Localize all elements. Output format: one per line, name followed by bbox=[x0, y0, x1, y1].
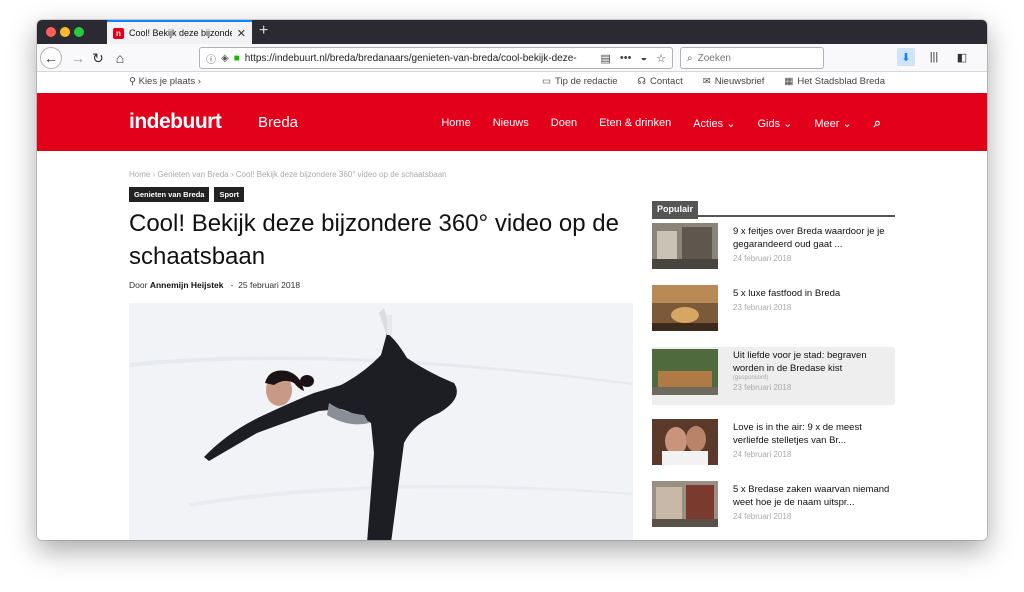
reload-button[interactable]: ↻ bbox=[87, 47, 109, 69]
site-logo[interactable]: indebuurt bbox=[129, 110, 222, 134]
page-actions-icon[interactable]: ••• bbox=[620, 52, 632, 65]
close-window-button[interactable] bbox=[46, 27, 56, 37]
browser-tab[interactable]: n Cool! Bekijk deze bijzondere 360 ✕ bbox=[107, 20, 252, 44]
author-link[interactable]: Annemijn Heijstek bbox=[150, 280, 224, 290]
popular-item[interactable]: 5 x luxe fastfood in Breda 23 februari 20… bbox=[652, 285, 895, 343]
forward-button[interactable]: → bbox=[67, 47, 89, 69]
pocket-icon[interactable]: ◒ bbox=[640, 52, 647, 65]
navigation-toolbar: ← → ↻ ⌂ ⓘ ◈ ■ https://indebuurt.nl/breda… bbox=[37, 44, 987, 72]
url-text[interactable]: https://indebuurt.nl/breda/bredanaars/ge… bbox=[245, 53, 596, 64]
main-navigation: Home Nieuws Doen Eten & drinken Acties ⌄… bbox=[441, 115, 881, 131]
nav-meer[interactable]: Meer ⌄ bbox=[814, 117, 851, 130]
shield-icon[interactable]: ◈ bbox=[221, 53, 229, 64]
article-byline: Door Annemijn Heijstek - 25 februari 201… bbox=[129, 280, 301, 290]
nav-doen[interactable]: Doen bbox=[551, 117, 577, 129]
figure-skater-image bbox=[129, 303, 633, 540]
thumbnail-image bbox=[652, 223, 718, 269]
utility-bar: ⚲ Kies je plaats › ▭ Tip de redactie ☊ Con… bbox=[37, 72, 987, 92]
title-bar: n Cool! Bekijk deze bijzondere 360 ✕ + bbox=[37, 20, 987, 44]
site-city: Breda bbox=[258, 114, 299, 131]
sidebar-icon[interactable]: ◧ bbox=[953, 48, 971, 66]
nav-gids[interactable]: Gids ⌄ bbox=[757, 117, 792, 130]
chevron-down-icon: ⌄ bbox=[783, 117, 793, 130]
minimize-window-button[interactable] bbox=[60, 27, 70, 37]
site-header: indebuurt Breda Home Nieuws Doen Eten & … bbox=[37, 93, 987, 151]
thumbnail-image bbox=[652, 481, 718, 527]
downloads-icon[interactable]: ⬇ bbox=[897, 48, 915, 66]
library-icon[interactable]: ||| bbox=[925, 48, 943, 66]
browser-window: n Cool! Bekijk deze bijzondere 360 ✕ + ←… bbox=[37, 20, 987, 540]
newspaper-icon: ▦ bbox=[784, 76, 794, 87]
breadcrumb[interactable]: Home › Genieten van Breda › Cool! Bekijk… bbox=[129, 170, 447, 179]
popular-sidebar: Populair 9 x feitjes over Breda waardoor… bbox=[652, 199, 895, 527]
new-tab-button[interactable]: + bbox=[259, 22, 268, 40]
tag-genieten[interactable]: Genieten van Breda bbox=[129, 187, 210, 202]
popular-item-sponsored[interactable]: Uit liefde voor je stad: begraven worden… bbox=[652, 347, 895, 405]
nav-home[interactable]: Home bbox=[441, 117, 470, 129]
site-favicon-icon: n bbox=[113, 27, 124, 39]
search-icon: ⌕ bbox=[687, 52, 693, 64]
kies-plaats-link[interactable]: ⚲ Kies je plaats › bbox=[129, 76, 201, 87]
maximize-window-button[interactable] bbox=[74, 27, 84, 37]
article-hero-image[interactable] bbox=[129, 303, 633, 540]
location-pin-icon: ⚲ bbox=[129, 76, 136, 87]
home-button[interactable]: ⌂ bbox=[109, 47, 131, 69]
nav-nieuws[interactable]: Nieuws bbox=[493, 117, 529, 129]
tip-redactie-link[interactable]: ▭ Tip de redactie bbox=[542, 76, 617, 87]
bookmark-star-icon[interactable]: ☆ bbox=[656, 52, 666, 65]
thumbnail-image bbox=[652, 349, 718, 395]
comment-icon: ▭ bbox=[542, 76, 552, 87]
popular-title: Populair bbox=[652, 201, 699, 219]
mail-icon: ✉ bbox=[702, 76, 711, 87]
contact-link[interactable]: ☊ Contact bbox=[638, 76, 683, 87]
chevron-down-icon: ⌄ bbox=[842, 117, 852, 130]
stadsblad-link[interactable]: ▦ Het Stadsblad Breda bbox=[784, 76, 885, 87]
search-input[interactable]: Zoeken bbox=[698, 53, 731, 64]
article-title: Cool! Bekijk deze bijzondere 360° video … bbox=[129, 210, 619, 270]
tab-title: Cool! Bekijk deze bijzondere 360 bbox=[129, 28, 232, 38]
popular-item[interactable]: 9 x feitjes over Breda waardoor je je ge… bbox=[652, 223, 895, 281]
nav-eten-drinken[interactable]: Eten & drinken bbox=[599, 117, 671, 129]
article-date: 25 februari 2018 bbox=[238, 280, 301, 290]
nav-acties[interactable]: Acties ⌄ bbox=[693, 117, 735, 130]
back-button[interactable]: ← bbox=[40, 47, 62, 69]
thumbnail-image bbox=[652, 419, 718, 465]
popular-item[interactable]: Love is in the air: 9 x de meest verlief… bbox=[652, 419, 895, 477]
page-viewport: ⚲ Kies je plaats › ▭ Tip de redactie ☊ Con… bbox=[37, 72, 987, 540]
address-bar[interactable]: ⓘ ◈ ■ https://indebuurt.nl/breda/bredana… bbox=[199, 47, 673, 69]
lock-icon: ■ bbox=[233, 52, 240, 64]
headset-icon: ☊ bbox=[637, 76, 646, 87]
newsletter-link[interactable]: ✉ Nieuwsbrief bbox=[703, 76, 765, 87]
popular-item[interactable]: 5 x Bredase zaken waarvan niemand weet h… bbox=[652, 481, 895, 539]
search-bar[interactable]: ⌕ Zoeken bbox=[680, 47, 824, 69]
tag-sport[interactable]: Sport bbox=[214, 187, 245, 202]
reader-view-icon[interactable]: ▤ bbox=[601, 52, 611, 65]
site-search-icon[interactable]: ⌕ bbox=[874, 115, 881, 131]
chevron-down-icon: ⌄ bbox=[726, 117, 736, 130]
info-icon[interactable]: ⓘ bbox=[206, 51, 216, 66]
tab-close-icon[interactable]: ✕ bbox=[237, 27, 246, 40]
article-tags: Genieten van Breda Sport bbox=[129, 187, 245, 202]
thumbnail-image bbox=[652, 285, 718, 331]
